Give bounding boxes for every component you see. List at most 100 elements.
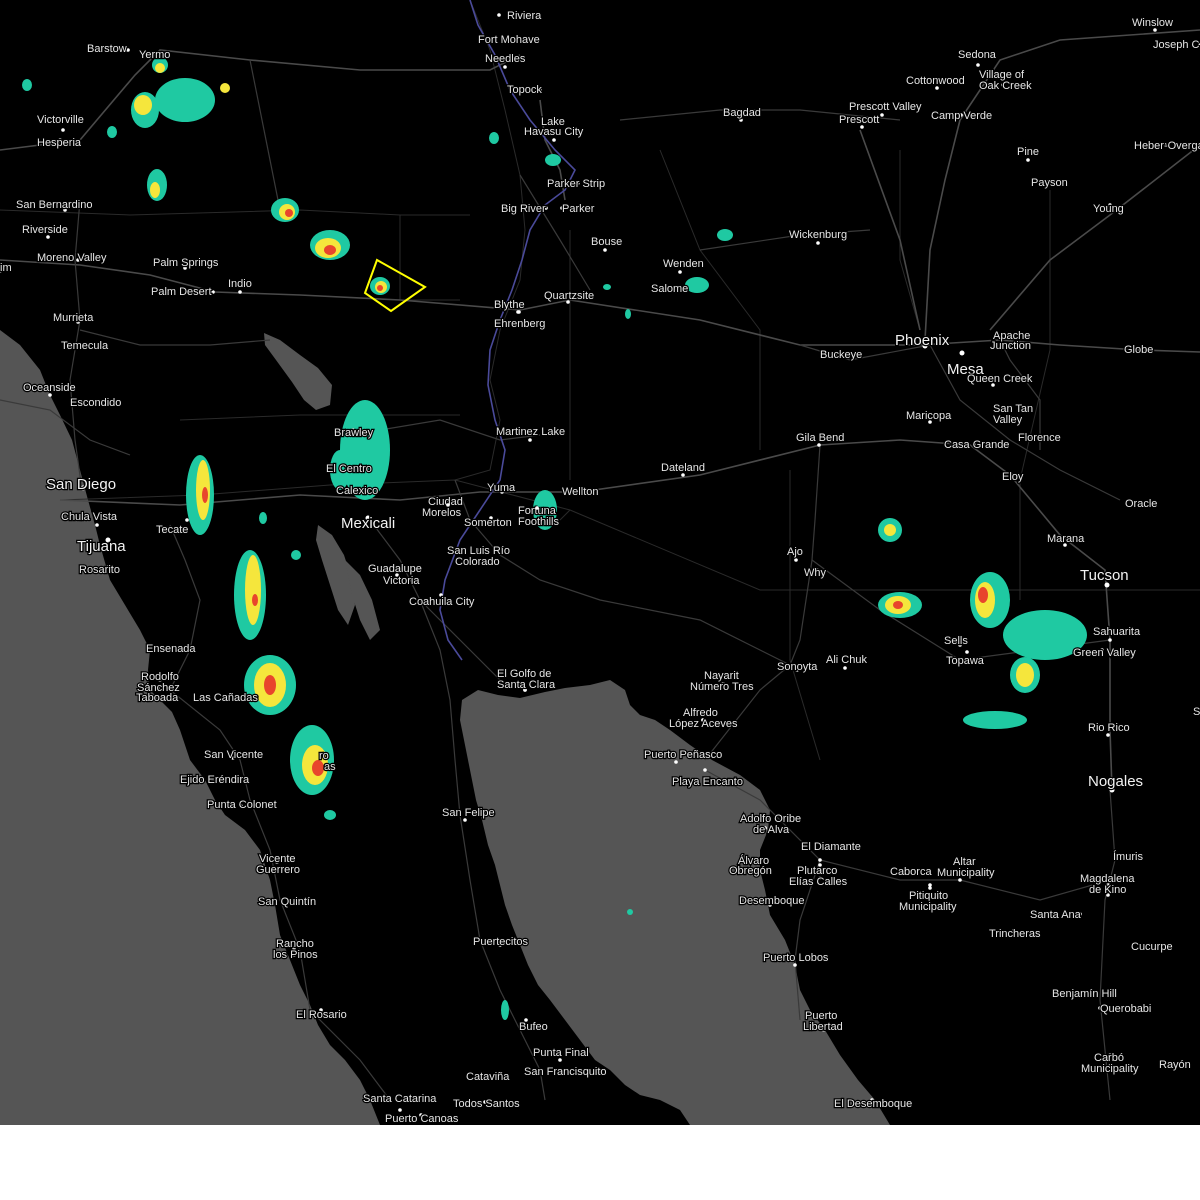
city-label: S (1193, 706, 1200, 718)
city-label: Brawley (334, 427, 374, 439)
city-marker (517, 310, 521, 314)
city-marker (238, 290, 242, 294)
city-label: Bufeo (519, 1021, 548, 1033)
city-label: Rosarito (79, 564, 120, 576)
city-label: Municipality (899, 901, 957, 913)
city-label: Moreno Valley (37, 252, 107, 264)
city-label: Wickenburg (789, 229, 847, 241)
city-label: Maricopa (906, 410, 952, 422)
city-label: Número Tres (690, 681, 754, 693)
city-label: Santa Catarina (363, 1093, 437, 1105)
city-label: Barstow (87, 43, 127, 55)
city-label: Cataviña (466, 1071, 510, 1083)
city-label: Oracle (1125, 498, 1157, 510)
city-label: Municipality (937, 867, 995, 879)
city-label: Prescott (839, 114, 879, 126)
city-marker (959, 350, 965, 356)
city-label: Yermo (139, 49, 170, 61)
city-label: Big River (501, 203, 546, 215)
city-label: Bouse (591, 236, 622, 248)
city-label: los Pinos (273, 949, 318, 961)
city-marker (552, 138, 556, 142)
city-label: Puertecitos (473, 936, 529, 948)
city-label: Trincheras (989, 928, 1041, 940)
city-label: Puerto Lobos (763, 952, 829, 964)
city-label: Cucurpe (1131, 941, 1173, 953)
city-marker (818, 858, 822, 862)
city-label: Playa Encanto (672, 776, 743, 788)
city-label: Nogales (1088, 773, 1143, 790)
city-label: Cottonwood (906, 75, 965, 87)
city-label: Ímuris (1113, 850, 1143, 863)
city-label: Globe (1124, 344, 1153, 356)
city-label: Wellton (562, 486, 598, 498)
city-label: Casa Grande (944, 439, 1009, 451)
city-label: Temecula (61, 340, 109, 352)
city-label: Tijuana (77, 538, 126, 555)
city-label: Sonoyta (777, 661, 818, 673)
city-marker (794, 558, 798, 562)
map-footer (0, 1125, 1200, 1200)
city-label: Escondido (70, 397, 121, 409)
city-marker (497, 13, 501, 17)
city-label: Quartzsite (544, 290, 594, 302)
city-marker (965, 650, 969, 654)
city-label: López Aceves (669, 718, 738, 730)
city-label: Punta Colonet (207, 799, 277, 811)
city-marker (880, 113, 884, 117)
city-marker (1108, 638, 1112, 642)
city-label: Palm Desert (151, 286, 212, 298)
city-marker (535, 506, 539, 510)
city-label: Somerton (464, 517, 512, 529)
city-marker (976, 63, 980, 67)
city-label: Chula Vista (61, 511, 118, 523)
city-label: Guadalupe (368, 563, 422, 575)
city-label: Tucson (1080, 567, 1129, 584)
city-marker (95, 523, 99, 527)
city-label: Santa Ana (1030, 909, 1082, 921)
city-marker (211, 290, 215, 294)
city-label: Buckeye (820, 349, 862, 361)
city-label: Pine (1017, 146, 1039, 158)
city-label: Martinez Lake (496, 426, 565, 438)
city-label: Coahuila City (409, 596, 475, 608)
city-marker (185, 518, 189, 522)
city-label: Fort Mohave (478, 34, 540, 46)
city-label: Oceanside (23, 382, 76, 394)
city-label: Caborca (890, 866, 932, 878)
city-label: Indio (228, 278, 252, 290)
city-label: Eloy (1002, 471, 1024, 483)
city-label: Winslow (1132, 17, 1173, 29)
city-label: Joseph C (1153, 39, 1200, 51)
city-label: Hesperia (37, 137, 82, 149)
city-label: Ensenada (146, 643, 196, 655)
city-label: Camp Verde (931, 110, 992, 122)
city-label: Guerrero (256, 864, 300, 876)
city-label: Santa Clara (497, 679, 556, 691)
city-marker (61, 128, 65, 132)
city-label: Desemboque (739, 895, 804, 907)
city-marker (816, 241, 820, 245)
city-label: Valley (993, 414, 1023, 426)
city-label: Florence (1018, 432, 1061, 444)
city-label: Riverside (22, 224, 68, 236)
city-label: Municipality (1081, 1063, 1139, 1075)
radar-map[interactable]: RivieraFort MohaveNeedlesTopockLakeHavas… (0, 0, 1200, 1125)
city-label: Queen Creek (967, 373, 1033, 385)
city-label: Wenden (663, 258, 704, 270)
city-label: Puerto Peñasco (644, 749, 722, 761)
city-label: Elías Calles (789, 876, 848, 888)
city-label: Rayón (1159, 1059, 1191, 1071)
city-label: Green Valley (1073, 647, 1136, 659)
city-label: Gila Bend (796, 432, 844, 444)
city-label: Querobabi (1100, 1003, 1151, 1015)
city-label: El Centro (326, 463, 372, 475)
city-label: Foothills (518, 516, 559, 528)
city-marker (1026, 158, 1030, 162)
city-label: Parker Strip (547, 178, 605, 190)
city-label: as (324, 761, 336, 773)
city-label: Blythe (494, 299, 525, 311)
city-label: San Diego (46, 476, 116, 493)
city-label: Junction (990, 340, 1031, 352)
city-marker (528, 438, 532, 442)
